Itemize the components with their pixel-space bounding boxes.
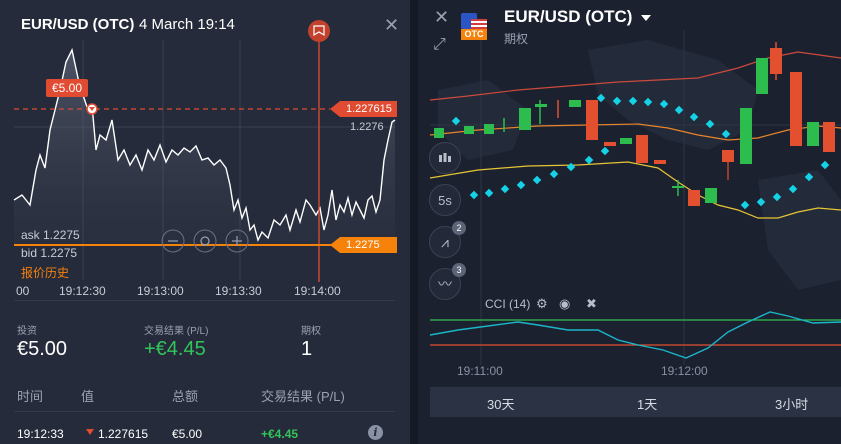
down-arrow-icon	[86, 429, 94, 435]
current-price-label: 1.2275	[330, 237, 397, 253]
grid-price-label: 1.2276	[350, 121, 384, 133]
investment-label: 投资	[17, 326, 37, 337]
asset-title: EUR/USD (OTC)	[504, 7, 633, 26]
remove-icon[interactable]: ✖	[586, 296, 597, 312]
settings-icon[interactable]: ⚙	[536, 296, 548, 312]
table-header-amount: 总额	[172, 389, 199, 404]
panel-divider	[410, 0, 418, 444]
asset-subtitle: 期权	[504, 32, 529, 46]
asset-flag-icon: OTC	[461, 13, 487, 41]
quote-history-link[interactable]: 报价历史	[21, 264, 69, 281]
table-header-result: 交易结果 (P/L)	[261, 389, 345, 404]
result-value: +€4.45	[144, 338, 206, 360]
row-value: 1.227615	[98, 427, 149, 441]
time-tick: 19:13:30	[215, 284, 262, 298]
row-result: +€4.45	[261, 427, 299, 441]
time-tick: 00	[16, 284, 30, 298]
asset-selector[interactable]: EUR/USD (OTC)	[504, 7, 652, 27]
strike-price-label: 1.227615	[330, 101, 397, 117]
candles-button[interactable]	[429, 142, 461, 174]
time-tick: 19:11:00	[457, 364, 503, 378]
ask-price: ask 1.2275	[21, 228, 80, 242]
timeframe-3h[interactable]: 3小时	[775, 394, 808, 413]
timeframe-30d[interactable]: 30天	[487, 394, 514, 413]
bid-price: bid 1.2275	[21, 246, 78, 260]
row-amount: €5.00	[172, 427, 203, 441]
investment-value: €5.00	[17, 338, 68, 360]
close-icon[interactable]: ✕	[434, 8, 449, 26]
table-header-time: 时间	[17, 389, 44, 404]
timeframe-1d[interactable]: 1天	[637, 394, 657, 413]
trade-details-panel: EUR/USD (OTC) 4 March 19:14 ✕ €5.00 1.22…	[0, 0, 410, 444]
investment-tag: €5.00	[46, 79, 89, 97]
eye-icon[interactable]: ◉	[559, 296, 570, 312]
cci-indicator-label: CCI (14)	[485, 297, 531, 311]
time-tick: 19:12:30	[59, 284, 106, 298]
divider	[14, 300, 395, 301]
indicator-button[interactable]: ⩘ 2	[429, 221, 466, 258]
drawing-count-badge: 3	[452, 263, 466, 277]
table-header-value: 值	[81, 389, 95, 404]
expand-icon[interactable]: ⤢	[433, 36, 446, 54]
indicator-icon: ⩘	[441, 233, 449, 250]
timeframe-button[interactable]: 5s	[429, 184, 461, 216]
otc-badge: OTC	[461, 29, 487, 40]
expiry-flag-icon[interactable]	[308, 20, 330, 42]
divider	[14, 411, 395, 412]
time-tick: 19:13:00	[137, 284, 184, 298]
cci-line	[429, 311, 841, 359]
result-label: 交易结果 (P/L)	[144, 326, 209, 337]
options-label: 期权	[301, 326, 321, 337]
world-map-background	[438, 40, 841, 290]
time-tick: 19:14:00	[294, 284, 341, 298]
info-icon[interactable]: i	[368, 425, 383, 440]
timeframe-bar: 30天 1天 3小时	[430, 387, 841, 417]
row-time: 19:12:33	[17, 427, 64, 441]
candles-icon	[439, 153, 451, 162]
drawing-icon: 〰	[438, 276, 452, 292]
options-value: 1	[301, 338, 313, 360]
time-tick: 19:12:00	[661, 364, 708, 378]
asset-chart-panel: ✕ ⤢ OTC EUR/USD (OTC) 期权 5s ⩘ 2 〰 3 CCI …	[418, 0, 841, 444]
drawing-button[interactable]: 〰 3	[429, 263, 466, 300]
indicator-count-badge: 2	[452, 221, 466, 235]
dropdown-caret-icon	[641, 14, 652, 21]
